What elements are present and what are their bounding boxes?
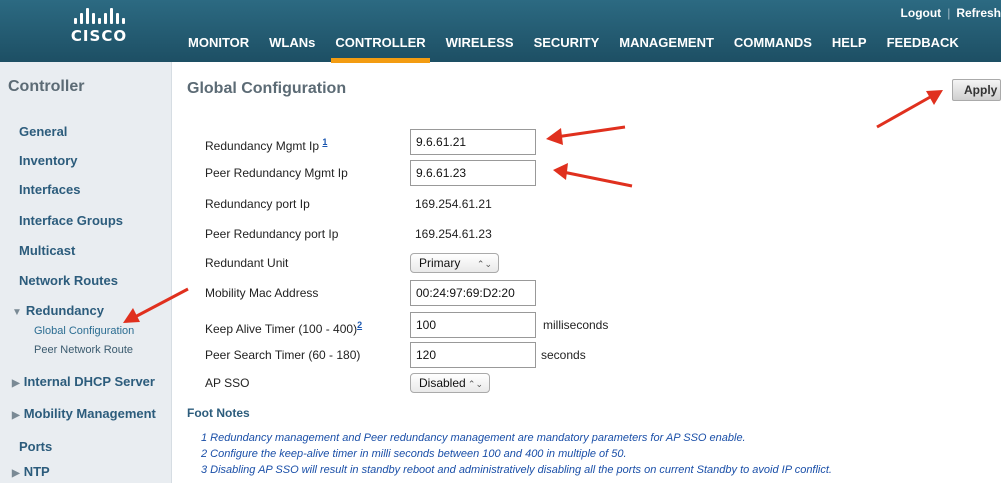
sidebar-subitem-global-configuration[interactable]: Global Configuration — [34, 325, 134, 337]
keep-alive-timer-input[interactable] — [410, 312, 536, 338]
redundant-unit-select[interactable]: Primary ⌃⌄ — [410, 253, 499, 273]
nav-feedback[interactable]: FEEDBACK — [887, 35, 959, 62]
collapsed-caret-icon: ▶ — [12, 410, 20, 421]
top-links: Logout | Refresh — [901, 6, 1001, 20]
select-arrows-icon: ⌃⌄ — [476, 259, 492, 269]
footnote-1-link[interactable]: 1 — [322, 137, 327, 147]
sidebar-item-interface-groups[interactable]: Interface Groups — [19, 213, 123, 228]
keep-alive-timer-label: Keep Alive Timer (100 - 400)2 — [205, 312, 405, 342]
redundancy-port-ip-label: Redundancy port Ip — [205, 197, 310, 211]
sidebar-item-mobility-label: Mobility Management — [23, 406, 156, 421]
ap-sso-selected-value: Disabled — [419, 376, 466, 390]
sidebar-item-internal-dhcp-label: Internal DHCP Server — [23, 374, 155, 389]
expanded-caret-icon: ▼ — [12, 307, 22, 318]
nav-security[interactable]: SECURITY — [534, 35, 600, 62]
peer-search-timer-unit: seconds — [541, 348, 586, 362]
redundancy-mgmt-ip-label-text: Redundancy Mgmt Ip — [205, 139, 320, 153]
main-nav: MONITOR WLANs CONTROLLER WIRELESS SECURI… — [188, 35, 979, 63]
footnote-2-link[interactable]: 2 — [357, 320, 362, 330]
footnote-3: 3 Disabling AP SSO will result in standb… — [201, 464, 832, 476]
sidebar-title: Controller — [8, 78, 85, 95]
sidebar-item-mobility-management[interactable]: ▶ Mobility Management — [12, 406, 156, 421]
ap-sso-label: AP SSO — [205, 376, 250, 390]
peer-redundancy-mgmt-ip-label: Peer Redundancy Mgmt Ip — [205, 166, 348, 180]
peer-redundancy-port-ip-label: Peer Redundancy port Ip — [205, 227, 339, 241]
redundant-unit-label: Redundant Unit — [205, 256, 289, 270]
apply-button[interactable]: Apply — [952, 79, 1001, 101]
sidebar-item-internal-dhcp-server[interactable]: ▶ Internal DHCP Server — [12, 374, 155, 389]
redundancy-port-ip-value: 169.254.61.21 — [415, 197, 492, 211]
keep-alive-timer-label-text: Keep Alive Timer (100 - 400) — [205, 322, 358, 336]
sidebar-item-redundancy-label: Redundancy — [25, 303, 104, 318]
collapsed-caret-icon: ▶ — [12, 468, 20, 479]
redundancy-mgmt-ip-input[interactable] — [410, 129, 536, 155]
nav-management[interactable]: MANAGEMENT — [619, 35, 714, 62]
footnote-2: 2 Configure the keep-alive timer in mill… — [201, 448, 627, 460]
sidebar-item-ports[interactable]: Ports — [19, 439, 52, 454]
footnotes-title: Foot Notes — [187, 406, 250, 420]
nav-controller[interactable]: CONTROLLER — [331, 35, 430, 63]
nav-wlans[interactable]: WLANs — [269, 35, 315, 62]
cisco-logo-bars — [44, 8, 154, 24]
top-bar: CISCO MONITOR WLANs CONTROLLER WIRELESS … — [0, 0, 1001, 63]
sidebar-item-general[interactable]: General — [19, 124, 67, 139]
footnote-1: 1 Redundancy management and Peer redunda… — [201, 432, 746, 444]
sidebar-item-network-routes[interactable]: Network Routes — [19, 273, 118, 288]
main-content: Global Configuration Apply Redundancy Mg… — [172, 62, 1001, 483]
cisco-logo-text: CISCO — [70, 27, 128, 45]
collapsed-caret-icon: ▶ — [12, 378, 20, 389]
logout-link[interactable]: Logout — [901, 6, 942, 20]
sidebar-item-ntp-label: NTP — [23, 464, 50, 479]
nav-wireless[interactable]: WIRELESS — [446, 35, 514, 62]
peer-search-timer-label: Peer Search Timer (60 - 180) — [205, 348, 361, 362]
redundancy-mgmt-ip-label: Redundancy Mgmt Ip 1 — [205, 129, 405, 159]
mobility-mac-address-label: Mobility Mac Address — [205, 286, 319, 300]
nav-help[interactable]: HELP — [832, 35, 867, 62]
sidebar-item-ntp[interactable]: ▶ NTP — [12, 464, 50, 479]
top-links-divider: | — [947, 6, 951, 20]
sidebar-subitem-peer-network-route[interactable]: Peer Network Route — [34, 344, 133, 356]
cisco-logo: CISCO — [44, 8, 154, 45]
keep-alive-timer-unit: milliseconds — [543, 318, 609, 332]
nav-commands[interactable]: COMMANDS — [734, 35, 812, 62]
mobility-mac-address-input[interactable] — [410, 280, 536, 306]
nav-monitor[interactable]: MONITOR — [188, 35, 249, 62]
peer-redundancy-port-ip-value: 169.254.61.23 — [415, 227, 492, 241]
sidebar-item-redundancy[interactable]: ▼ Redundancy — [12, 303, 104, 318]
sidebar: Controller General Inventory Interfaces … — [0, 62, 172, 483]
ap-sso-select[interactable]: Disabled ⌃⌄ — [410, 373, 490, 393]
refresh-link[interactable]: Refresh — [956, 6, 1001, 20]
page-title: Global Configuration — [187, 80, 347, 97]
sidebar-item-multicast[interactable]: Multicast — [19, 243, 75, 258]
redundant-unit-selected-value: Primary — [419, 256, 461, 270]
peer-search-timer-input[interactable] — [410, 342, 536, 368]
sidebar-item-inventory[interactable]: Inventory — [19, 153, 78, 168]
sidebar-item-interfaces[interactable]: Interfaces — [19, 182, 80, 197]
select-arrows-icon: ⌃⌄ — [467, 379, 483, 389]
peer-redundancy-mgmt-ip-input[interactable] — [410, 160, 536, 186]
